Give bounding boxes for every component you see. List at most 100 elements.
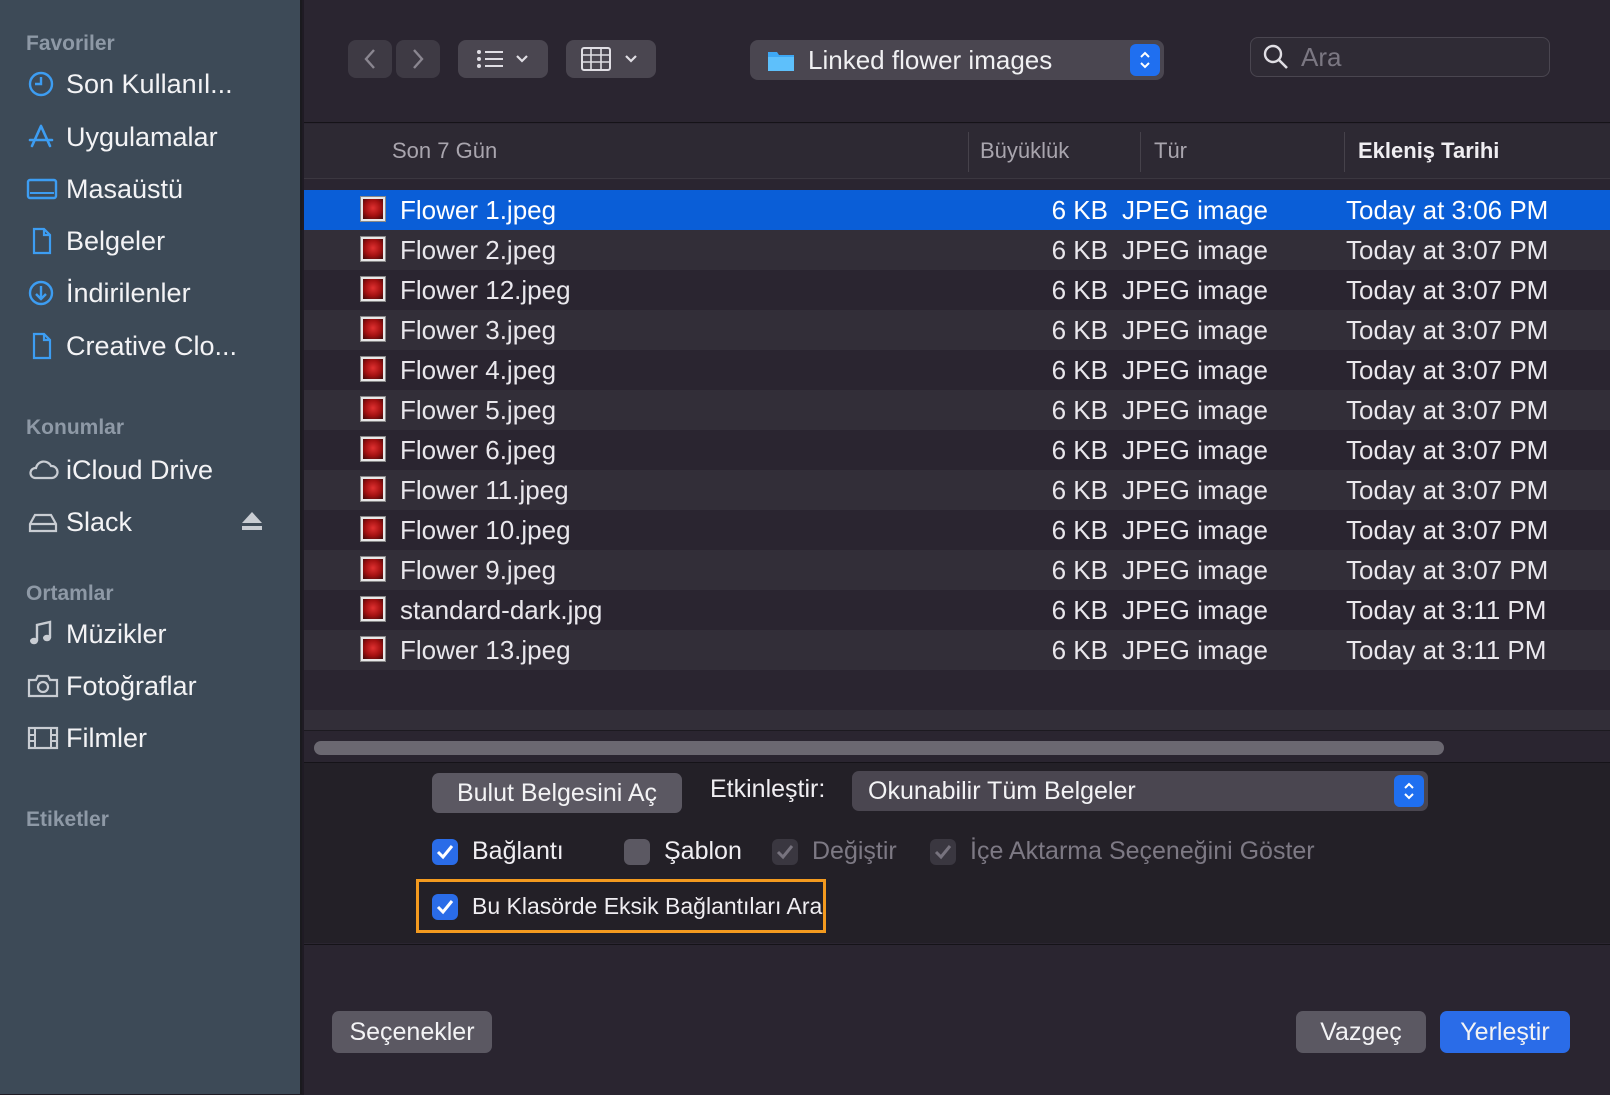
table-header: Son 7 Gün Büyüklük Tür Ekleniş Tarihi — [304, 124, 1610, 179]
forward-button[interactable] — [396, 40, 440, 78]
file-name: Flower 12.jpeg — [400, 274, 571, 305]
chevron-updown-icon — [1130, 44, 1160, 76]
gallery-view-button[interactable] — [566, 40, 656, 78]
location-popup[interactable]: Linked flower images — [750, 40, 1164, 80]
search-missing-links-checkbox[interactable]: Bu Klasörde Eksik Bağlantıları Ara — [432, 893, 822, 920]
sidebar-item-label: Filmler — [66, 722, 147, 753]
table-row[interactable]: Flower 9.jpeg 6 KB JPEG image Today at 3:07… — [304, 550, 1610, 590]
location-label: Linked flower images — [808, 44, 1053, 75]
document-icon — [26, 331, 66, 361]
file-name: Flower 2.jpeg — [400, 234, 557, 265]
sidebar-item-label: Creative Clo... — [66, 330, 238, 361]
link-label: Bağlantı — [472, 837, 564, 865]
sidebar-item-label: Son Kullanıl... — [66, 68, 233, 99]
list-view-button[interactable] — [458, 40, 548, 78]
file-date: Today at 3:07 PM — [1346, 394, 1549, 425]
sidebar-item-photos[interactable]: Fotoğraflar — [26, 664, 286, 708]
table-row[interactable]: Flower 11.jpeg 6 KB JPEG image Today at 3:0… — [304, 470, 1610, 510]
scrollbar-thumb[interactable] — [314, 741, 1444, 755]
sidebar-section-locations: Konumlar — [26, 416, 125, 439]
sidebar-item-slack[interactable]: Slack — [26, 500, 286, 544]
file-type: JPEG image — [1122, 394, 1268, 425]
cloud-icon — [26, 455, 66, 485]
link-checkbox[interactable]: Bağlantı — [432, 837, 564, 866]
file-size: 6 KB — [1051, 354, 1108, 385]
column-header-type[interactable]: Tür — [1154, 138, 1187, 164]
table-row[interactable]: Flower 10.jpeg 6 KB JPEG image Today at 3:0… — [304, 510, 1610, 550]
file-date: Today at 3:07 PM — [1346, 474, 1549, 505]
column-divider — [1344, 132, 1345, 172]
music-icon — [26, 619, 66, 649]
replace-checkbox: Değiştir — [772, 837, 897, 866]
checkmark-icon — [432, 893, 458, 920]
template-checkbox[interactable]: Şablon — [624, 837, 742, 866]
file-name: Flower 13.jpeg — [400, 634, 571, 665]
file-type: JPEG image — [1122, 434, 1268, 465]
table-row[interactable]: Flower 2.jpeg 6 KB JPEG image Today at 3:07… — [304, 230, 1610, 270]
clock-icon — [26, 69, 66, 99]
image-file-icon — [360, 596, 386, 622]
eject-icon[interactable] — [240, 510, 264, 537]
chevron-left-icon — [364, 49, 375, 69]
dialog-footer: Seçenekler Vazgeç Yerleştir — [304, 944, 1610, 1095]
table-row[interactable]: Flower 13.jpeg 6 KB JPEG image Today at 3:1… — [304, 630, 1610, 670]
file-date: Today at 3:07 PM — [1346, 274, 1549, 305]
search-icon — [1263, 44, 1288, 69]
column-header-size[interactable]: Büyüklük — [980, 138, 1069, 164]
table-row[interactable]: Flower 12.jpeg 6 KB JPEG image Today at 3:0… — [304, 270, 1610, 310]
sidebar-item-icloud-drive[interactable]: iCloud Drive — [26, 448, 286, 492]
sidebar-item-label: Belgeler — [66, 225, 166, 256]
file-name: Flower 10.jpeg — [400, 514, 571, 545]
table-row[interactable]: Flower 5.jpeg 6 KB JPEG image Today at 3:07… — [304, 390, 1610, 430]
column-header-date[interactable]: Ekleniş Tarihi — [1358, 138, 1499, 164]
place-button[interactable]: Yerleştir — [1440, 1011, 1570, 1053]
sidebar-item-music[interactable]: Müzikler — [26, 612, 286, 656]
cancel-button[interactable]: Vazgeç — [1296, 1011, 1426, 1053]
sidebar-item-desktop[interactable]: Masaüstü — [26, 167, 286, 211]
file-name: standard-dark.jpg — [400, 594, 603, 625]
file-date: Today at 3:07 PM — [1346, 234, 1549, 265]
column-divider — [1140, 132, 1141, 172]
sidebar-item-documents[interactable]: Belgeler — [26, 219, 286, 263]
enable-select[interactable]: Okunabilir Tüm Belgeler — [852, 771, 1428, 811]
toolbar: Linked flower images Ara — [304, 0, 1610, 123]
sidebar-item-recents[interactable]: Son Kullanıl... — [26, 62, 286, 106]
column-header-name[interactable]: Son 7 Gün — [392, 138, 497, 164]
enable-select-value: Okunabilir Tüm Belgeler — [868, 777, 1136, 805]
sidebar-item-applications[interactable]: Uygulamalar — [26, 115, 286, 159]
sidebar: Favoriler Son Kullanıl... Uygulamalar Ma… — [0, 0, 302, 1094]
sidebar-item-downloads[interactable]: İndirilenler — [26, 271, 286, 315]
table-row[interactable]: Flower 4.jpeg 6 KB JPEG image Today at 3:07… — [304, 350, 1610, 390]
file-size: 6 KB — [1051, 434, 1108, 465]
sidebar-item-label: Fotoğraflar — [66, 670, 197, 701]
image-file-icon — [360, 436, 386, 462]
file-type: JPEG image — [1122, 594, 1268, 625]
show-import-options-label: İçe Aktarma Seçeneğini Göster — [970, 837, 1315, 865]
back-button[interactable] — [348, 40, 392, 78]
file-date: Today at 3:06 PM — [1346, 194, 1549, 225]
sidebar-item-label: Müzikler — [66, 618, 167, 649]
search-input[interactable]: Ara — [1250, 37, 1550, 77]
table-row[interactable]: Flower 6.jpeg 6 KB JPEG image Today at 3:07… — [304, 430, 1610, 470]
chevron-right-icon — [413, 49, 424, 69]
horizontal-scrollbar[interactable] — [304, 730, 1610, 763]
file-type: JPEG image — [1122, 514, 1268, 545]
table-row[interactable]: Flower 1.jpeg 6 KB JPEG image Today at 3:06… — [304, 190, 1610, 230]
table-row[interactable]: standard-dark.jpg 6 KB JPEG image Today at … — [304, 590, 1610, 630]
options-button[interactable]: Seçenekler — [332, 1011, 492, 1053]
sidebar-item-label: Masaüstü — [66, 173, 184, 204]
checkmark-icon — [930, 838, 956, 865]
image-file-icon — [360, 356, 386, 382]
image-file-icon — [360, 316, 386, 342]
search-missing-links-label: Bu Klasörde Eksik Bağlantıları Ara — [472, 893, 823, 919]
sidebar-item-creative-cloud[interactable]: Creative Clo... — [26, 324, 286, 368]
file-name: Flower 6.jpeg — [400, 434, 557, 465]
drive-icon — [26, 507, 66, 537]
file-list: Flower 1.jpeg 6 KB JPEG image Today at 3:06… — [304, 190, 1610, 750]
download-icon — [26, 278, 66, 308]
open-cloud-document-button[interactable]: Bulut Belgesini Aç — [432, 773, 682, 813]
sidebar-item-movies[interactable]: Filmler — [26, 716, 286, 760]
file-name: Flower 9.jpeg — [400, 554, 557, 585]
image-file-icon — [360, 556, 386, 582]
table-row[interactable]: Flower 3.jpeg 6 KB JPEG image Today at 3:07… — [304, 310, 1610, 350]
